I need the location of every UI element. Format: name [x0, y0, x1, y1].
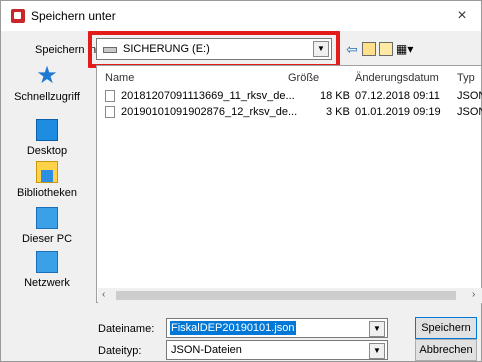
chevron-down-icon[interactable]: ▼	[369, 343, 385, 359]
column-header-size[interactable]: Größe	[288, 72, 319, 84]
place-this-pc[interactable]: Dieser PC	[8, 207, 86, 257]
place-network[interactable]: Netzwerk	[8, 251, 86, 301]
place-quick-access[interactable]: ★ Schnellzugriff	[8, 62, 86, 115]
close-button[interactable]: ×	[451, 6, 473, 26]
this-pc-icon	[36, 207, 58, 229]
chevron-down-icon[interactable]: ▼	[369, 321, 385, 337]
column-header-name[interactable]: Name	[105, 72, 134, 84]
file-size: 3 KB	[326, 106, 350, 118]
view-menu-icon[interactable]: ▦▾	[396, 42, 418, 56]
file-date: 01.01.2019 09:19	[355, 106, 441, 118]
place-libraries[interactable]: Bibliotheken	[8, 161, 86, 211]
file-icon	[105, 90, 115, 102]
file-name: 20181207091113669_11_rksv_de...	[121, 90, 295, 102]
libraries-icon	[36, 161, 58, 183]
filetype-label: Dateityp:	[98, 345, 142, 357]
place-label: Schnellzugriff	[14, 91, 80, 103]
desktop-icon	[36, 119, 58, 141]
file-type: JSON	[457, 106, 482, 118]
filename-input[interactable]: FiskalDEP20190101.json ▼	[166, 318, 388, 338]
place-label: Dieser PC	[21, 233, 73, 245]
scroll-left-icon[interactable]: ‹	[102, 289, 105, 300]
new-folder-icon[interactable]	[379, 42, 393, 56]
horizontal-scrollbar[interactable]: ‹ ›	[98, 288, 482, 303]
app-icon	[11, 9, 25, 23]
save-as-dialog: Speichern unter × Speichern in: SICHERUN…	[0, 0, 482, 362]
column-header-type[interactable]: Typ	[457, 72, 475, 84]
back-icon[interactable]: ⇦	[346, 42, 360, 56]
place-label: Netzwerk	[24, 277, 70, 289]
up-folder-icon[interactable]	[362, 42, 376, 56]
file-list[interactable]: Name Größe Änderungsdatum Typ 2018120709…	[96, 65, 482, 303]
highlight-box	[88, 31, 340, 68]
file-name: 20190101091902876_12_rksv_de...	[121, 106, 298, 118]
places-bar: ★ Schnellzugriff Desktop Bibliotheken Di…	[8, 62, 86, 293]
file-date: 07.12.2018 09:11	[355, 90, 440, 102]
place-label: Desktop	[26, 145, 68, 157]
network-icon	[36, 251, 58, 273]
file-type: JSON	[457, 90, 482, 102]
filename-label: Dateiname:	[98, 323, 155, 335]
title-bar: Speichern unter ×	[1, 1, 481, 31]
file-row[interactable]: 20181207091113669_11_rksv_de... 18 KB 07…	[97, 88, 482, 104]
column-header-date[interactable]: Änderungsdatum	[355, 72, 439, 84]
filetype-value: JSON-Dateien	[171, 344, 242, 356]
scrollbar-thumb[interactable]	[116, 291, 456, 300]
file-row[interactable]: 20190101091902876_12_rksv_de... 3 KB 01.…	[97, 104, 482, 120]
cancel-button[interactable]: Abbrechen	[415, 339, 477, 361]
save-button[interactable]: Speichern	[415, 317, 477, 339]
place-label: Bibliotheken	[17, 187, 77, 199]
file-icon	[105, 106, 115, 118]
scroll-right-icon[interactable]: ›	[472, 289, 475, 300]
filename-value: FiskalDEP20190101.json	[170, 321, 296, 335]
window-title: Speichern unter	[31, 9, 116, 23]
filetype-select[interactable]: JSON-Dateien ▼	[166, 340, 388, 360]
star-icon: ★	[36, 62, 58, 89]
file-size: 18 KB	[320, 90, 350, 102]
